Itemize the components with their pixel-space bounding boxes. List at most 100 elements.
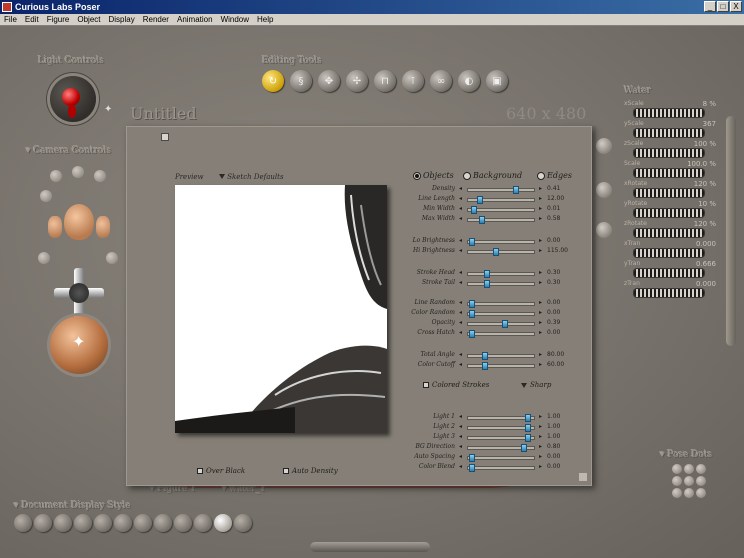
slider-row[interactable]: Color Random ◂ ▸ 0.00 <box>393 309 589 319</box>
auto-density-checkbox[interactable] <box>283 468 289 474</box>
slider-track[interactable] <box>467 362 535 370</box>
slider-thumb[interactable] <box>469 454 475 462</box>
slider-thumb[interactable] <box>469 330 475 338</box>
slider-increment-icon[interactable]: ▸ <box>539 463 542 470</box>
slider-decrement-icon[interactable]: ◂ <box>459 309 462 316</box>
slider-track[interactable] <box>467 196 535 204</box>
camera-face-icon[interactable] <box>64 204 94 240</box>
param-dial[interactable] <box>634 269 704 277</box>
display-lit-wireframe-icon[interactable] <box>94 514 112 532</box>
colored-strokes-checkbox[interactable] <box>423 382 429 388</box>
slider-thumb[interactable] <box>477 196 483 204</box>
menu-figure[interactable]: Figure <box>43 15 74 24</box>
chain-break-tool-icon[interactable]: ∞ <box>430 70 452 92</box>
slider-row[interactable]: Max Width ◂ ▸ 0.58 <box>393 215 589 225</box>
display-flat-lined-icon[interactable] <box>134 514 152 532</box>
slider-track[interactable] <box>467 320 535 328</box>
camera-right-hand-icon[interactable] <box>94 170 106 182</box>
display-silhouette-icon[interactable] <box>14 514 32 532</box>
param-row[interactable]: Scale 100.0 % <box>622 160 720 180</box>
taper-tool-icon[interactable]: ⊺ <box>402 70 424 92</box>
slider-track[interactable] <box>467 186 535 194</box>
minimize-button[interactable]: _ <box>704 1 716 12</box>
pose-dot[interactable] <box>684 476 694 486</box>
slider-row[interactable]: Light 1 ◂ ▸ 1.00 <box>393 413 589 423</box>
param-dial[interactable] <box>634 129 704 137</box>
slider-thumb[interactable] <box>502 320 508 328</box>
slider-decrement-icon[interactable]: ◂ <box>459 433 462 440</box>
dialog-close-box[interactable] <box>161 133 169 141</box>
slider-thumb[interactable] <box>493 248 499 256</box>
slider-decrement-icon[interactable]: ◂ <box>459 279 462 286</box>
display-cartoon-lines-icon[interactable] <box>174 514 192 532</box>
pose-dot[interactable] <box>696 476 706 486</box>
slider-row[interactable]: Total Angle ◂ ▸ 80.00 <box>393 351 589 361</box>
param-row[interactable]: yTran 0.666 <box>622 260 720 280</box>
camera-move-cross-icon[interactable] <box>54 268 104 318</box>
light-control-ball[interactable] <box>50 76 96 122</box>
slider-increment-icon[interactable]: ▸ <box>539 299 542 306</box>
slider-row[interactable]: Light 2 ◂ ▸ 1.00 <box>393 423 589 433</box>
slider-row[interactable]: Min Width ◂ ▸ 0.01 <box>393 205 589 215</box>
slider-increment-icon[interactable]: ▸ <box>539 361 542 368</box>
slider-thumb[interactable] <box>484 270 490 278</box>
param-row[interactable]: zScale 100 % <box>622 140 720 160</box>
param-row[interactable]: xRotate 120 % <box>622 180 720 200</box>
right-scroll-rail[interactable] <box>726 116 736 346</box>
rotate-tool-icon[interactable]: ↻ <box>262 70 284 92</box>
slider-track[interactable] <box>467 248 535 256</box>
translate-xy-tool-icon[interactable]: ✥ <box>318 70 340 92</box>
slider-increment-icon[interactable]: ▸ <box>539 309 542 316</box>
param-row[interactable]: zTran 0.000 <box>622 280 720 300</box>
slider-decrement-icon[interactable]: ◂ <box>459 413 462 420</box>
menu-object[interactable]: Object <box>73 15 104 24</box>
slider-increment-icon[interactable]: ▸ <box>539 453 542 460</box>
auto-density-toggle[interactable]: Auto Density <box>283 467 338 475</box>
slider-decrement-icon[interactable]: ◂ <box>459 185 462 192</box>
over-black-toggle[interactable]: Over Black <box>197 467 245 475</box>
slider-increment-icon[interactable]: ▸ <box>539 247 542 254</box>
slider-decrement-icon[interactable]: ◂ <box>459 195 462 202</box>
slider-track[interactable] <box>467 444 535 452</box>
slider-decrement-icon[interactable]: ◂ <box>459 453 462 460</box>
sharp-dropdown[interactable]: Sharp <box>521 381 551 389</box>
display-smooth-shaded-icon[interactable] <box>194 514 212 532</box>
param-row[interactable]: xTran 0.000 <box>622 240 720 260</box>
slider-track[interactable] <box>467 330 535 338</box>
menu-render[interactable]: Render <box>139 15 173 24</box>
slider-thumb[interactable] <box>525 424 531 432</box>
param-dial[interactable] <box>634 169 704 177</box>
pose-dot[interactable] <box>696 464 706 474</box>
over-black-checkbox[interactable] <box>197 468 203 474</box>
menu-window[interactable]: Window <box>217 15 253 24</box>
slider-increment-icon[interactable]: ▸ <box>539 351 542 358</box>
slider-thumb[interactable] <box>484 280 490 288</box>
param-dial[interactable] <box>634 189 704 197</box>
slider-increment-icon[interactable]: ▸ <box>539 215 542 222</box>
slider-row[interactable]: Color Blend ◂ ▸ 0.00 <box>393 463 589 473</box>
menu-display[interactable]: Display <box>105 15 139 24</box>
dialog-resize-grip[interactable] <box>579 473 587 481</box>
menu-animation[interactable]: Animation <box>173 15 217 24</box>
slider-decrement-icon[interactable]: ◂ <box>459 329 462 336</box>
preset-selector[interactable]: Sketch Defaults <box>219 173 284 181</box>
color-tool-icon[interactable]: ◐ <box>458 70 480 92</box>
param-row[interactable]: xScale 8 % <box>622 100 720 120</box>
camera-scale-icon[interactable] <box>106 252 118 264</box>
slider-thumb[interactable] <box>469 310 475 318</box>
param-row[interactable]: yRotate 10 % <box>622 200 720 220</box>
pose-dot[interactable] <box>684 464 694 474</box>
display-texture-shaded-icon[interactable] <box>214 514 232 532</box>
maximize-button[interactable]: □ <box>717 1 729 12</box>
slider-thumb[interactable] <box>469 464 475 472</box>
slider-increment-icon[interactable]: ▸ <box>539 329 542 336</box>
slider-increment-icon[interactable]: ▸ <box>539 269 542 276</box>
camera-move-center[interactable] <box>69 283 89 303</box>
slider-track[interactable] <box>467 454 535 462</box>
slider-track[interactable] <box>467 434 535 442</box>
slider-decrement-icon[interactable]: ◂ <box>459 237 462 244</box>
pose-dot[interactable] <box>696 488 706 498</box>
slider-increment-icon[interactable]: ▸ <box>539 237 542 244</box>
document-display-style-label[interactable]: ▾ Document Display Style <box>14 501 131 511</box>
slider-thumb[interactable] <box>482 352 488 360</box>
